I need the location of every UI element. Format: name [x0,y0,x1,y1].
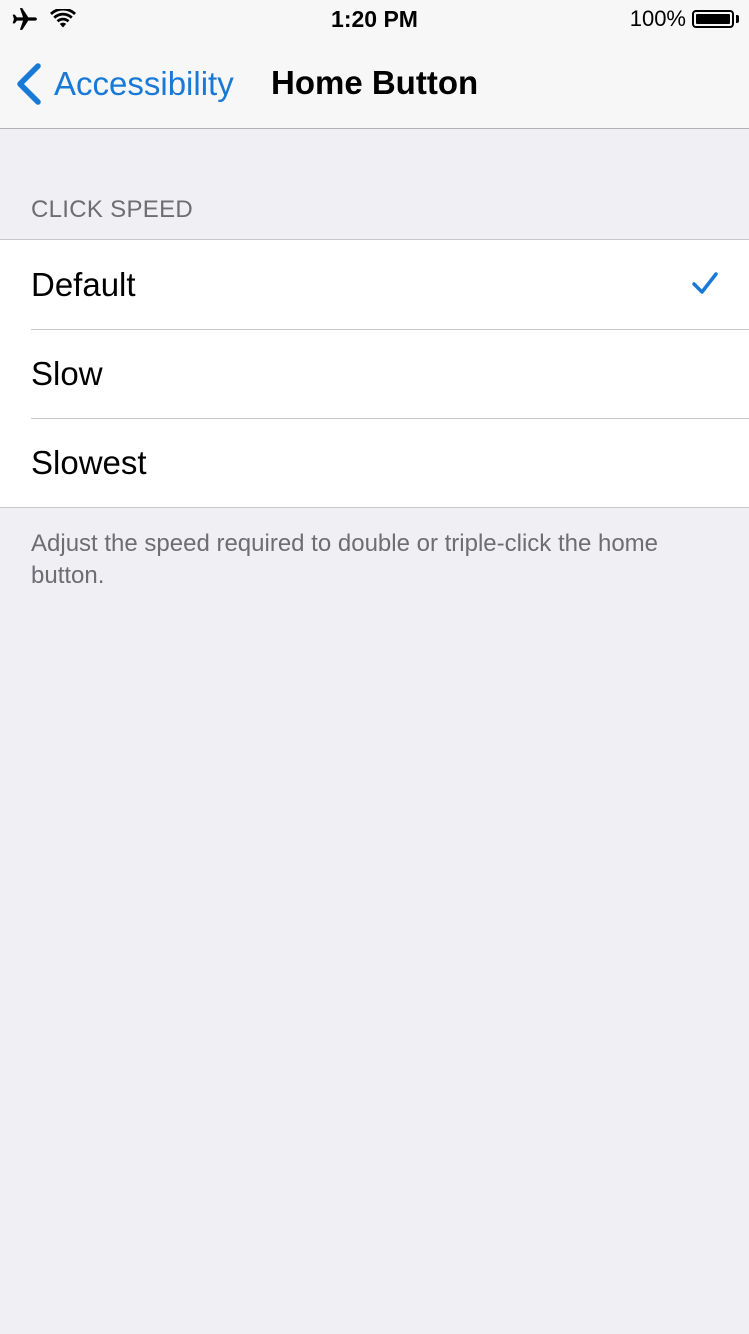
navigation-bar: Accessibility Home Button [0,40,749,129]
back-label: Accessibility [54,65,234,102]
battery-icon [692,10,734,28]
status-right: 100% [630,6,739,32]
list-item-slow[interactable]: Slow [0,329,749,418]
list-item-label: Slow [31,354,103,392]
battery-fill [696,14,730,24]
click-speed-list: Default Slow Slowest [0,239,749,508]
list-item-default[interactable]: Default [0,240,749,329]
page-title: Home Button [271,64,479,101]
list-item-label: Default [31,265,136,303]
battery-tip [736,15,739,23]
list-item-slowest[interactable]: Slowest [0,418,749,507]
section-footer: Adjust the speed required to double or t… [31,530,659,589]
battery-percent: 100% [629,6,686,31]
checkmark-icon [692,272,718,294]
section-header: CLICK SPEED [31,196,194,223]
chevron-left-icon [17,63,41,105]
back-button[interactable]: Accessibility [14,62,234,106]
status-bar: 1:20 PM 100% [0,0,749,40]
list-item-label: Slowest [31,443,147,481]
